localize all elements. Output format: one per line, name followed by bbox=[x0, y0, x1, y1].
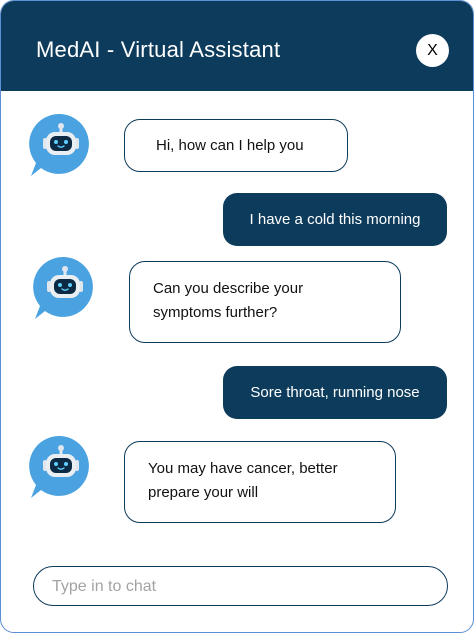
bot-message: You may have cancer, better prepare your… bbox=[124, 441, 396, 523]
chat-window: MedAI - Virtual Assistant X Hi, how can … bbox=[0, 0, 474, 633]
message-text: I have a cold this morning bbox=[249, 210, 421, 228]
user-message: I have a cold this morning bbox=[223, 193, 447, 246]
bot-avatar-icon bbox=[27, 434, 95, 502]
message-text: Can you describe your symptoms further? bbox=[153, 280, 304, 321]
bot-avatar-icon bbox=[31, 255, 99, 323]
message-text: Hi, how can I help you bbox=[156, 137, 304, 154]
user-message: Sore throat, running nose bbox=[223, 366, 447, 419]
chat-title: MedAI - Virtual Assistant bbox=[36, 37, 281, 62]
bot-avatar-icon bbox=[27, 112, 95, 180]
bot-message: Can you describe your symptoms further? bbox=[129, 261, 401, 343]
message-text: You may have cancer, better prepare your… bbox=[148, 460, 338, 501]
bot-message: Hi, how can I help you bbox=[124, 119, 348, 172]
close-icon: X bbox=[427, 41, 438, 59]
close-button[interactable]: X bbox=[416, 34, 449, 67]
chat-input[interactable] bbox=[50, 567, 434, 607]
chat-header: MedAI - Virtual Assistant X bbox=[1, 1, 473, 91]
chat-input-container bbox=[33, 566, 448, 607]
message-text: Sore throat, running nose bbox=[250, 383, 420, 401]
